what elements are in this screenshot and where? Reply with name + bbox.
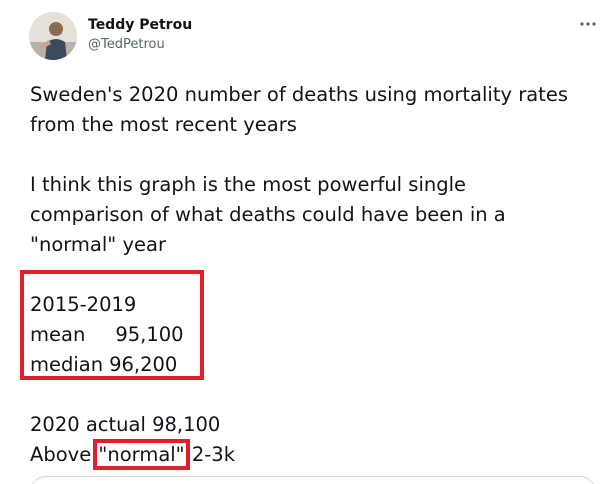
tweet-text-line: "normal" year xyxy=(30,233,166,256)
more-options-button[interactable] xyxy=(570,12,600,36)
profile-photo-icon xyxy=(29,12,77,60)
tweet-text-line: comparison of what deaths could have bee… xyxy=(30,203,506,226)
above-normal-line: Above "normal" 2-3k xyxy=(30,439,596,470)
stats-median-label: median xyxy=(30,353,104,376)
author-handle[interactable]: @TedPetrou xyxy=(88,36,165,54)
tweet-text: Sweden's 2020 number of deaths using mor… xyxy=(30,80,596,470)
stats-mean-label: mean xyxy=(30,323,86,346)
actual-line: 2020 actual 98,100 xyxy=(30,413,221,436)
stats-mean-value: 95,100 xyxy=(115,323,184,346)
more-horizontal-icon xyxy=(580,22,596,26)
tweet[interactable]: Teddy Petrou @TedPetrou Sweden's 2020 nu… xyxy=(0,0,600,484)
above-prefix: Above xyxy=(30,443,98,466)
tweet-text-line: Sweden's 2020 number of deaths using mor… xyxy=(30,83,568,106)
embedded-media-card[interactable] xyxy=(30,476,596,484)
stats-period: 2015-2019 xyxy=(30,293,137,316)
stats-median-row: median 96,200 xyxy=(30,350,596,380)
normal-highlight: "normal" xyxy=(93,439,190,470)
tweet-text-line: I think this graph is the most powerful … xyxy=(30,173,467,196)
avatar[interactable] xyxy=(29,12,77,60)
stats-median-value: 96,200 xyxy=(109,353,178,376)
above-suffix: 2-3k xyxy=(185,443,235,466)
tweet-text-line: from the most recent years xyxy=(30,113,297,136)
stats-mean-row: mean 95,100 xyxy=(30,320,596,350)
author-display-name[interactable]: Teddy Petrou xyxy=(88,15,192,35)
